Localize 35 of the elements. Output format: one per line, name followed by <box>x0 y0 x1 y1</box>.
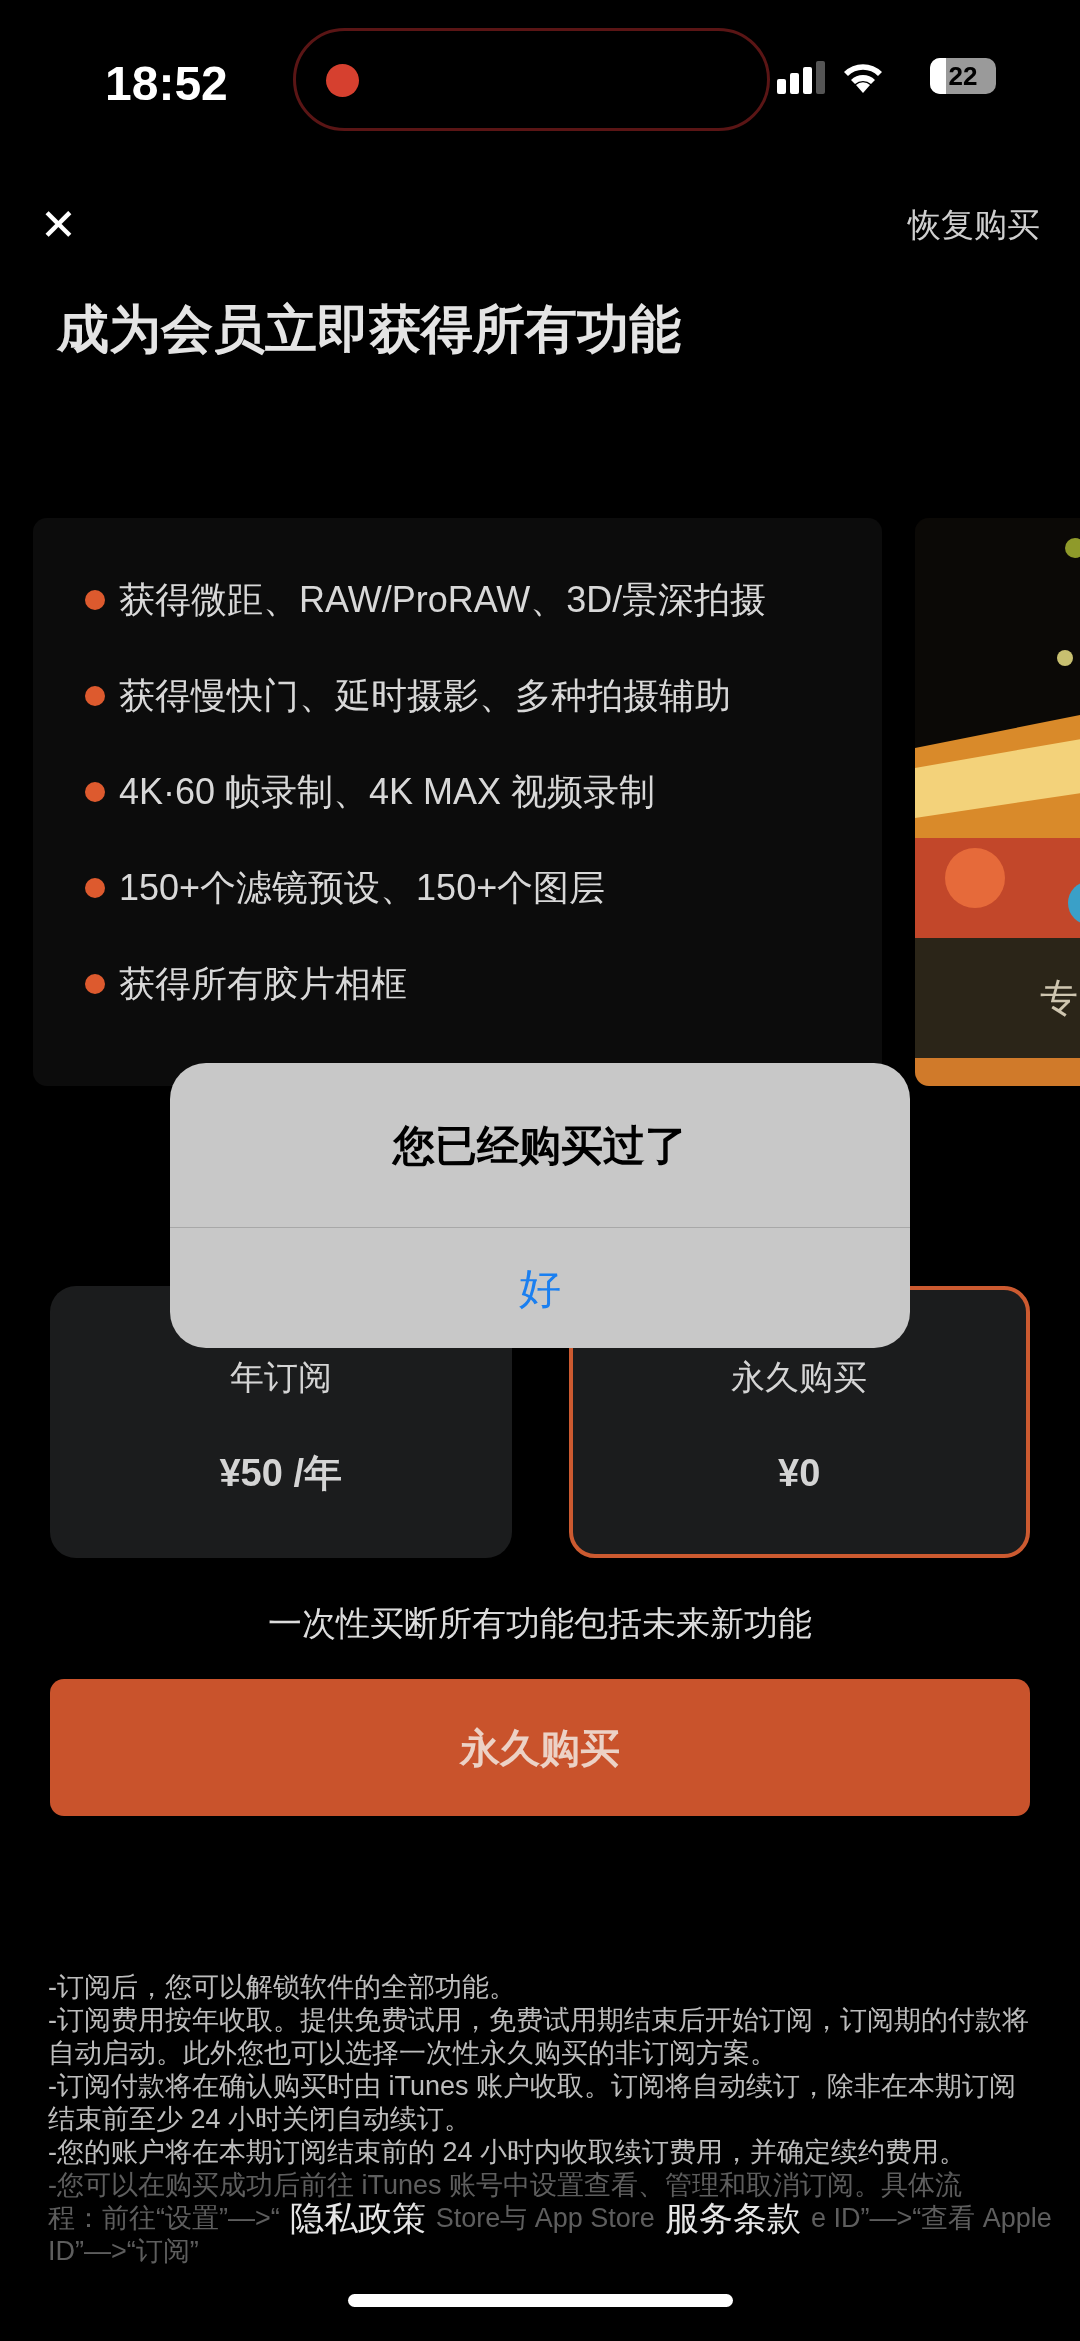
terms-paragraph: -您可以在购买成功后前往 iTunes 账号中设置查看、管理和取消订阅。具体流 <box>48 2169 964 2202</box>
feature-text: 150+个滤镜预设、150+个图层 <box>119 868 606 908</box>
feature-text: 获得微距、RAW/ProRAW、3D/景深拍摄 <box>119 580 767 620</box>
privacy-policy-link[interactable]: 隐私政策 <box>289 2202 426 2235</box>
bullet-icon <box>85 590 105 610</box>
terms-text: e ID”—>“查看 Apple <box>810 2202 1052 2235</box>
terms-of-service-link[interactable]: 服务条款 <box>664 2202 801 2235</box>
bullet-icon <box>85 974 105 994</box>
plan-name: 永久购买 <box>731 1357 868 1398</box>
alert-title: 您已经购买过了 <box>393 1120 687 1171</box>
page-title: 成为会员立即获得所有功能 <box>57 299 682 360</box>
home-indicator[interactable] <box>348 2294 733 2307</box>
plan-price: ¥50 /年 <box>219 1451 342 1496</box>
close-button[interactable]: ✕ <box>40 203 77 247</box>
restore-purchase-link[interactable]: 恢复购买 <box>908 200 1040 250</box>
plan-name: 年订阅 <box>229 1357 332 1398</box>
promo-caption: 专 <box>1040 975 1078 1021</box>
terms-paragraph: -订阅后，您可以解锁软件的全部功能。 <box>48 1971 517 2004</box>
terms-paragraph: -订阅付款将在确认购买时由 iTunes 账户收取。订阅将自动续订，除非在本期订阅结束前至少 24 小时关闭自动续订。 <box>48 2070 1018 2136</box>
bullet-icon <box>85 878 105 898</box>
bullet-icon <box>85 782 105 802</box>
terms-text: ID”—>“订阅” <box>48 2235 200 2268</box>
terms-paragraph: -订阅费用按年收取。提供免费试用，免费试用期结束后开始订阅，订阅期的付款将自动启动。此外您也可以选择一次性永久购买的非订阅方案。 <box>48 2004 1030 2070</box>
plan-note: 一次性买断所有功能包括未来新功能 <box>267 1603 813 1644</box>
status-time: 18:52 <box>105 56 228 112</box>
feature-text: 获得所有胶片相框 <box>119 964 407 1004</box>
battery-charge <box>930 58 946 94</box>
terms-text: 程：前往“设置”—>“ <box>48 2202 280 2235</box>
bullet-icon <box>85 686 105 706</box>
plan-price: ¥0 <box>778 1451 821 1496</box>
battery-level: 22 <box>948 59 978 93</box>
feature-text: 获得慢快门、延时摄影、多种拍摄辅助 <box>119 676 731 716</box>
terms-text: Store与 App Store <box>435 2202 655 2235</box>
terms-paragraph: -您的账户将在本期订阅结束前的 24 小时内收取续订费用，并确定续约费用。 <box>48 2136 968 2169</box>
feature-text: 4K·60 帧录制、4K MAX 视频录制 <box>119 772 656 812</box>
